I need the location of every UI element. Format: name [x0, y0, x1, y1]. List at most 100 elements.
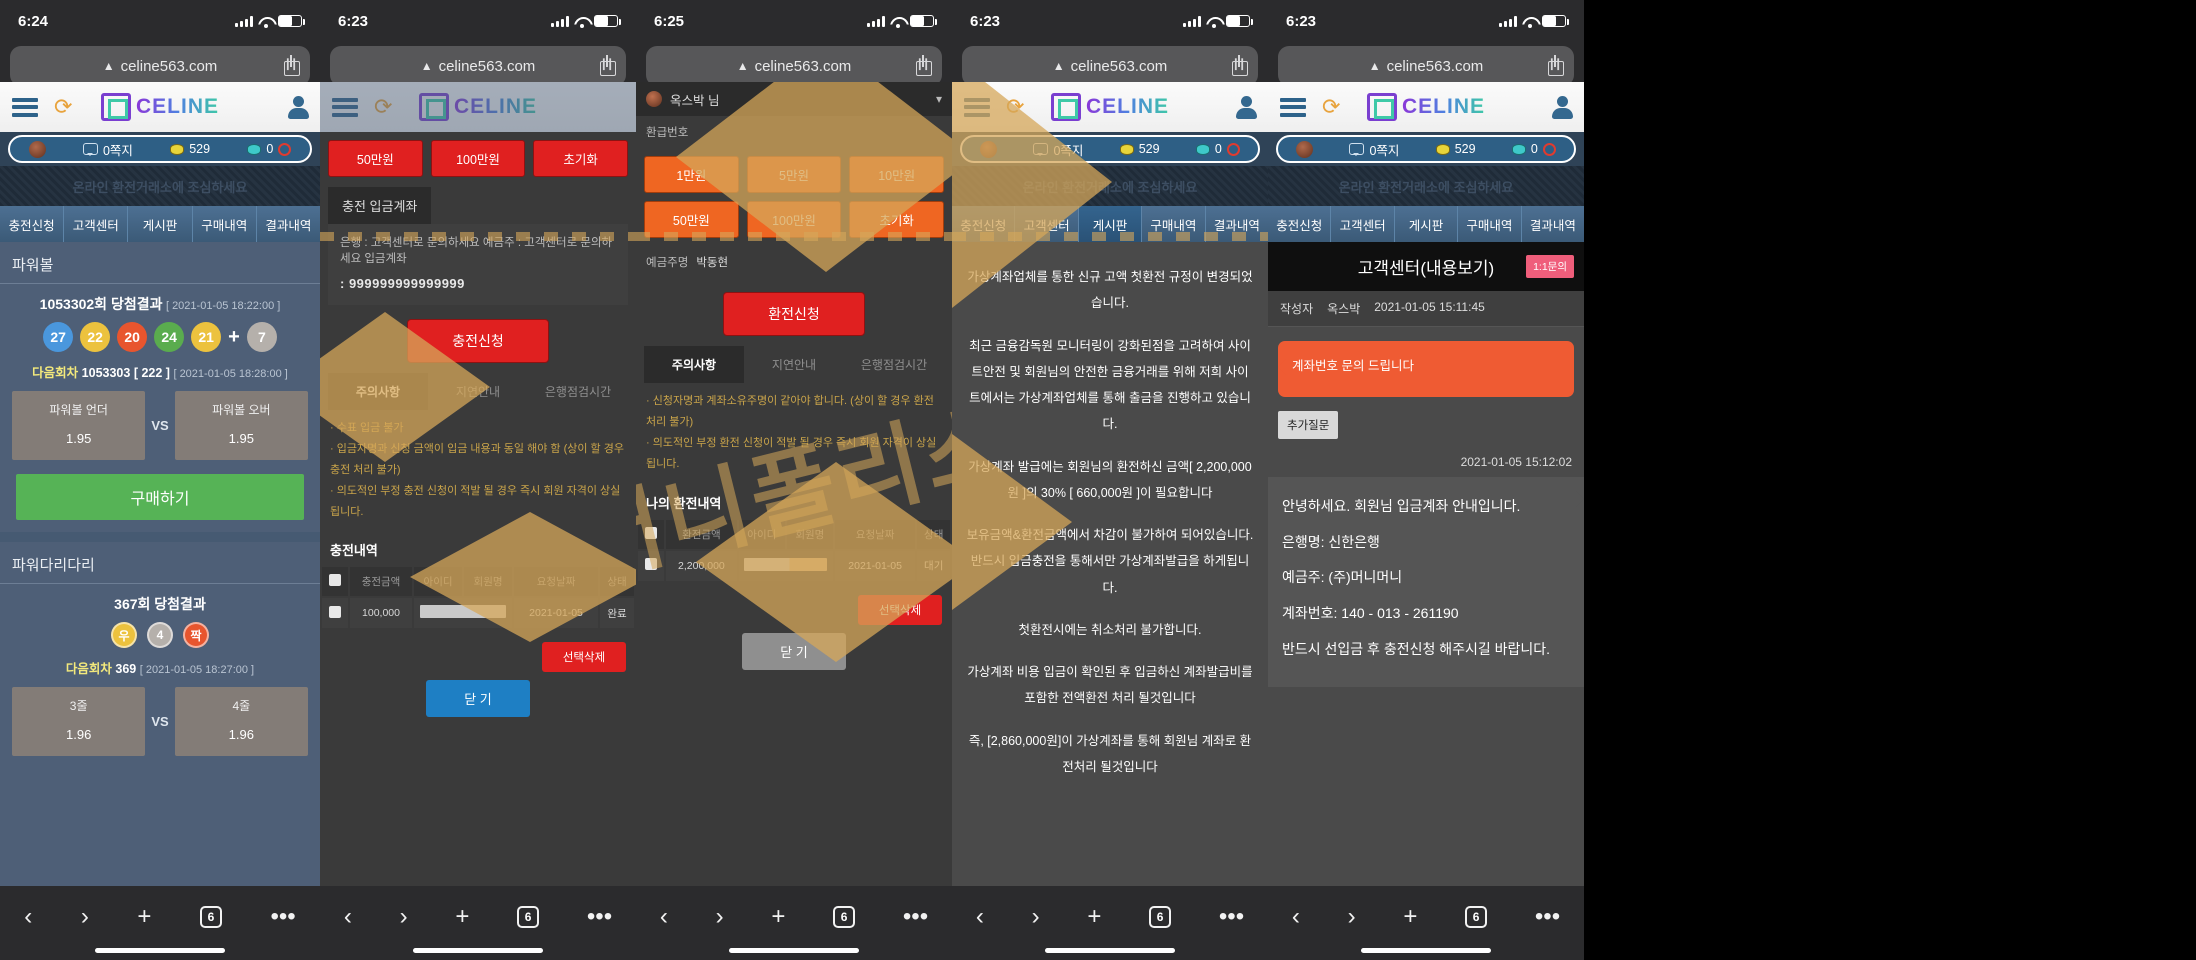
- site-logo-5[interactable]: CELINE: [1366, 93, 1485, 121]
- exchange-amount-1[interactable]: 1만원: [644, 156, 739, 193]
- exchange-amount-50[interactable]: 50만원: [644, 201, 739, 238]
- buy-button[interactable]: 구매하기: [16, 474, 304, 520]
- nav-item-board[interactable]: 게시판: [128, 206, 193, 242]
- refresh-icon[interactable]: ⟳: [54, 96, 72, 118]
- tab-count-button[interactable]: 6: [833, 906, 856, 928]
- url-bar-3[interactable]: ▲ celine563.com: [646, 46, 942, 86]
- share-icon[interactable]: [284, 55, 300, 76]
- point-count-4[interactable]: 529: [1119, 142, 1160, 156]
- new-tab-button[interactable]: +: [1087, 905, 1101, 929]
- tab-count-button[interactable]: 6: [517, 906, 540, 928]
- exchange-tab-bankhours[interactable]: 은행점검시간: [844, 346, 944, 383]
- nav-item-cs[interactable]: 고객센터: [1331, 206, 1395, 242]
- charge-delete-button[interactable]: 선택삭제: [542, 642, 626, 673]
- forward-button[interactable]: ›: [1348, 905, 1356, 929]
- hamburger-icon-4[interactable]: [964, 94, 990, 120]
- exchange-submit-button[interactable]: 환전신청: [723, 292, 865, 336]
- message-count-4[interactable]: 0쪽지: [1033, 140, 1083, 159]
- refresh-icon-2[interactable]: ⟳: [374, 96, 392, 118]
- exchange-tab-delay[interactable]: 지연안내: [744, 346, 844, 383]
- status-badge[interactable]: 1:1문의: [1526, 255, 1574, 278]
- message-count[interactable]: 0쪽지: [82, 140, 133, 159]
- nav-item-purchase[interactable]: 구매내역: [1458, 206, 1522, 242]
- nav-item-purchase[interactable]: 구매내역: [1142, 206, 1206, 242]
- more-button[interactable]: •••: [1219, 905, 1244, 929]
- cash-count[interactable]: 0: [247, 142, 292, 156]
- exchange-delete-button[interactable]: 선택삭제: [858, 594, 942, 625]
- tab-count-button[interactable]: 6: [199, 906, 222, 928]
- back-button[interactable]: ‹: [1292, 905, 1300, 929]
- refresh-small-icon[interactable]: [1226, 142, 1240, 156]
- site-logo-4[interactable]: CELINE: [1050, 93, 1169, 121]
- cs-add-question-button[interactable]: 추가질문: [1278, 411, 1339, 439]
- exchange-amount-reset[interactable]: 초기화: [849, 201, 945, 238]
- charge-row-check[interactable]: [322, 598, 348, 628]
- url-bar[interactable]: ▲ celine563.com: [10, 46, 310, 86]
- share-icon-4[interactable]: [1232, 55, 1248, 76]
- exchange-amount-10[interactable]: 10만원: [849, 156, 945, 193]
- refresh-icon-5[interactable]: ⟳: [1322, 96, 1340, 118]
- url-bar-2[interactable]: ▲ celine563.com: [330, 46, 626, 86]
- checkbox-icon[interactable]: [329, 605, 341, 618]
- back-button[interactable]: ‹: [976, 905, 984, 929]
- chevron-down-icon[interactable]: ▾: [936, 92, 942, 106]
- exchange-close-button[interactable]: 닫 기: [742, 632, 846, 670]
- exchange-tab-notes[interactable]: 주의사항: [644, 346, 744, 383]
- nav-item-result[interactable]: 결과내역: [1206, 206, 1268, 242]
- refresh-small-icon[interactable]: [1542, 142, 1556, 156]
- odd-over[interactable]: 파워볼 오버 1.95: [174, 391, 308, 460]
- forward-button[interactable]: ›: [1032, 905, 1040, 929]
- back-button[interactable]: ‹: [660, 905, 668, 929]
- ladder-odd-right[interactable]: 4줄 1.96: [174, 687, 308, 756]
- message-count-5[interactable]: 0쪽지: [1349, 140, 1399, 159]
- point-count-5[interactable]: 529: [1435, 142, 1476, 156]
- refresh-icon-4[interactable]: ⟳: [1006, 96, 1024, 118]
- nav-item-cs[interactable]: 고객센터: [1015, 206, 1079, 242]
- exchange-select-all[interactable]: [638, 520, 664, 549]
- more-button[interactable]: •••: [587, 905, 612, 929]
- charge-amount-50[interactable]: 50만원: [328, 140, 423, 177]
- charge-amount-reset[interactable]: 초기화: [533, 140, 629, 177]
- nav-item-result[interactable]: 결과내역: [1522, 206, 1584, 242]
- charge-amount-100[interactable]: 100만원: [430, 140, 526, 177]
- charge-tab-notes[interactable]: 주의사항: [328, 373, 428, 410]
- exchange-account-select[interactable]: 옥스박 님 ▾: [636, 82, 952, 116]
- avatar[interactable]: [288, 96, 309, 119]
- nav-item-result[interactable]: 결과내역: [257, 206, 320, 242]
- exchange-amount-100[interactable]: 100만원: [746, 201, 842, 238]
- cash-count-4[interactable]: 0: [1195, 142, 1240, 156]
- nav-item-purchase[interactable]: 구매내역: [193, 206, 257, 242]
- nav-item-cs[interactable]: 고객센터: [64, 206, 129, 242]
- more-button[interactable]: •••: [903, 905, 928, 929]
- tab-count-button[interactable]: 6: [1465, 906, 1488, 928]
- ladder-odd-left[interactable]: 3줄 1.96: [12, 687, 146, 756]
- forward-button[interactable]: ›: [716, 905, 724, 929]
- back-button[interactable]: ‹: [24, 905, 32, 929]
- forward-button[interactable]: ›: [81, 905, 89, 929]
- hamburger-icon-5[interactable]: [1280, 94, 1306, 120]
- point-count[interactable]: 529: [170, 142, 210, 156]
- refresh-small-icon[interactable]: [278, 142, 292, 156]
- site-logo[interactable]: CELINE: [100, 93, 219, 121]
- avatar-4[interactable]: [1236, 96, 1257, 119]
- forward-button[interactable]: ›: [400, 905, 408, 929]
- exchange-name-value[interactable]: 박동현: [696, 254, 728, 270]
- charge-select-all[interactable]: [322, 567, 348, 596]
- nav-item-charge[interactable]: 충전신청: [0, 206, 65, 242]
- hamburger-icon-2[interactable]: [332, 94, 358, 120]
- site-logo-2[interactable]: CELINE: [418, 93, 537, 121]
- new-tab-button[interactable]: +: [455, 905, 469, 929]
- charge-tab-delay[interactable]: 지연안내: [428, 373, 528, 410]
- tab-count-button[interactable]: 6: [1149, 906, 1172, 928]
- checkbox-icon[interactable]: [645, 558, 657, 571]
- checkbox-icon[interactable]: [645, 526, 657, 539]
- more-button[interactable]: •••: [1535, 905, 1560, 929]
- charge-tab-bankhours[interactable]: 은행점검시간: [528, 373, 628, 410]
- hamburger-icon[interactable]: [12, 94, 38, 120]
- nav-item-charge[interactable]: 충전신청: [1268, 206, 1332, 242]
- avatar-5[interactable]: [1552, 96, 1573, 119]
- odd-under[interactable]: 파워볼 언더 1.95: [12, 391, 146, 460]
- back-button[interactable]: ‹: [344, 905, 352, 929]
- share-icon-5[interactable]: [1548, 55, 1564, 76]
- share-icon-2[interactable]: [600, 55, 616, 76]
